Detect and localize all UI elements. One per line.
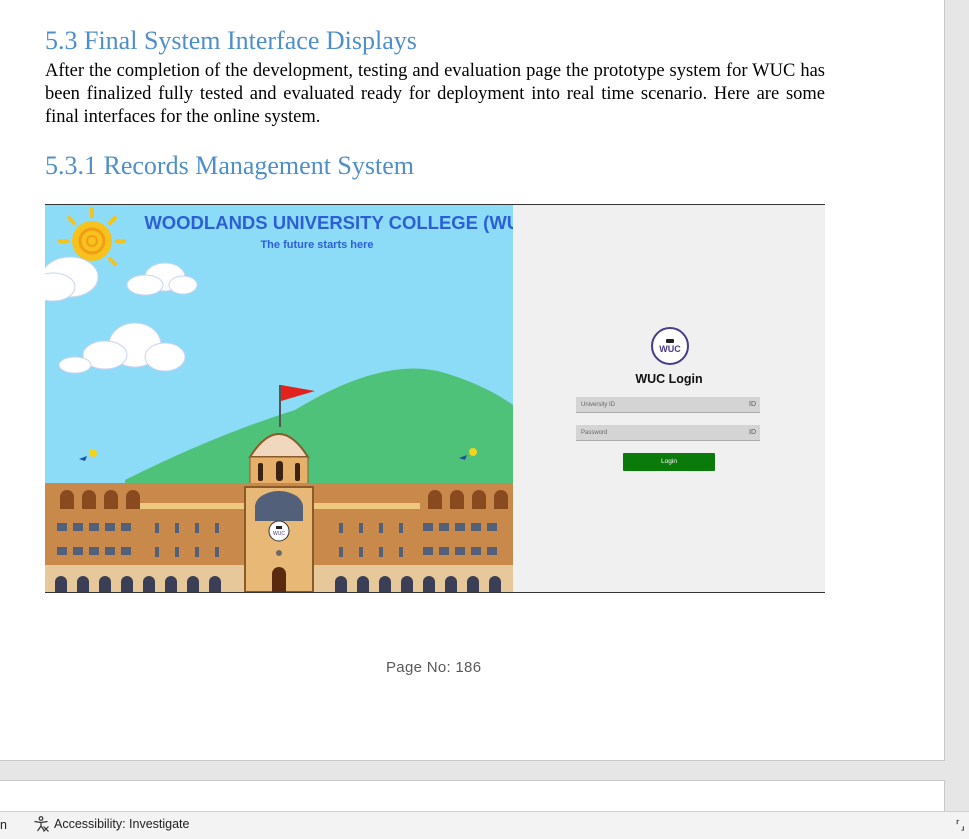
logo-text: WUC <box>659 343 681 354</box>
page-number: Page No: 186 <box>386 659 482 676</box>
graduation-cap-icon <box>666 338 674 343</box>
section-heading-5-3: 5.3 Final System Interface Displays <box>45 26 417 55</box>
status-bar: n Accessibility: Investigate ⸢⸥ <box>0 811 969 839</box>
system-screenshot-figure[interactable]: WOODLANDS UNIVERSITY COLLEGE (WUC) The f… <box>45 204 825 593</box>
university-id-placeholder: University ID <box>581 402 616 408</box>
password-placeholder: Password <box>581 430 608 436</box>
status-left-fragment: n <box>0 818 7 832</box>
banner-title: WOODLANDS UNIVERSITY COLLEGE (WUC) <box>144 212 513 233</box>
login-button[interactable]: Login <box>623 453 715 471</box>
id-card-icon: ID <box>749 401 756 408</box>
document-page: 5.3 Final System Interface Displays Afte… <box>0 0 945 761</box>
login-title: WUC Login <box>635 372 703 386</box>
login-panel: WUC WUC Login University ID ID Password … <box>513 205 825 592</box>
campus-illustration: WOODLANDS UNIVERSITY COLLEGE (WUC) The f… <box>45 205 513 592</box>
section-heading-5-3-1: 5.3.1 Records Management System <box>45 151 414 180</box>
accessibility-status-button[interactable]: Accessibility: Investigate <box>33 816 189 832</box>
banner-tagline: The future starts here <box>260 239 373 251</box>
university-id-input[interactable]: University ID ID <box>576 397 760 413</box>
focus-view-icon[interactable]: ⸢⸥ <box>956 818 965 832</box>
wuc-logo: WUC <box>651 327 689 365</box>
accessibility-icon <box>34 816 49 832</box>
building-badge: WUC <box>273 531 285 537</box>
password-input[interactable]: Password ID <box>576 425 760 441</box>
id-card-icon: ID <box>749 429 756 436</box>
accessibility-label: Accessibility: Investigate <box>54 817 190 831</box>
next-page-edge <box>0 780 945 811</box>
body-paragraph: After the completion of the development,… <box>45 61 825 127</box>
